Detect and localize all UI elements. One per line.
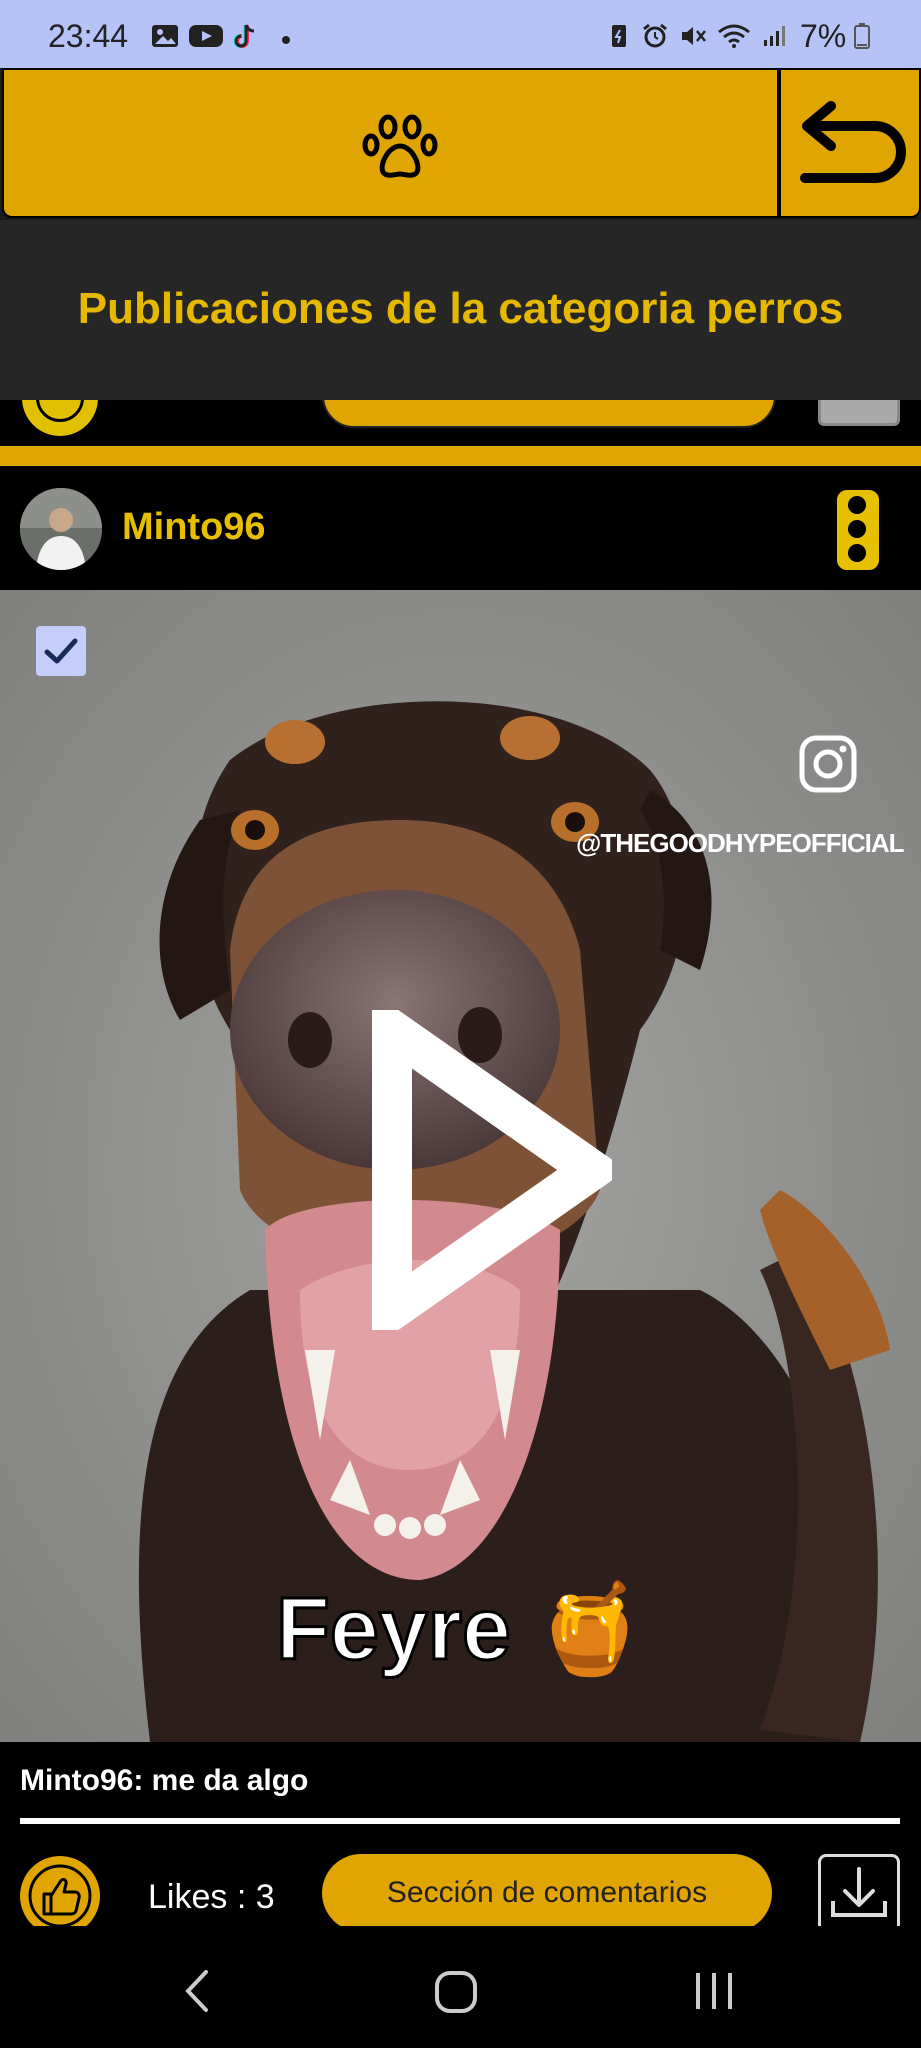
likes-count: Likes : 3 (148, 1878, 275, 1916)
nav-home-icon[interactable] (434, 1970, 478, 2014)
mute-icon (682, 27, 706, 45)
battery-icon (854, 23, 870, 49)
status-time: 23:44 (48, 18, 129, 54)
nav-back-icon[interactable] (182, 1968, 212, 2014)
watermark-handle: @THEGOODHYPEOFFICIAL (576, 828, 904, 858)
tiktok-icon (233, 24, 255, 48)
youtube-icon (189, 25, 223, 47)
play-icon[interactable] (372, 1010, 612, 1330)
like-button[interactable] (20, 1856, 100, 1936)
thumbs-up-icon (28, 1864, 92, 1928)
avatar[interactable] (20, 488, 102, 570)
previous-post-actions (0, 400, 921, 446)
post-options-button[interactable] (835, 488, 881, 572)
download-icon (831, 1867, 887, 1917)
post-username[interactable]: Minto96 (122, 506, 266, 549)
system-nav-bar (0, 1926, 921, 2048)
previous-comments-button[interactable] (322, 400, 776, 428)
back-arrow-icon (800, 101, 906, 183)
battery-saver-icon (612, 25, 626, 47)
comments-section-button[interactable]: Sección de comentarios (322, 1854, 772, 1932)
category-paw-button[interactable] (2, 68, 779, 218)
comment-divider (20, 1818, 900, 1824)
nav-recents-icon[interactable] (692, 1970, 736, 2012)
post-separator (0, 446, 921, 466)
previous-download-button[interactable] (818, 400, 900, 426)
notification-dot (282, 36, 290, 44)
previous-like-button[interactable] (22, 400, 98, 436)
paw-icon (362, 114, 438, 178)
download-button[interactable] (818, 1854, 900, 1926)
wifi-icon (718, 24, 750, 48)
page-title: Publicaciones de la categoria perros (77, 284, 844, 333)
select-checkbox[interactable] (36, 626, 86, 676)
battery-percent: 7% (800, 18, 847, 54)
alarm-icon (643, 23, 667, 48)
comment-text: Minto96: me da algo (20, 1764, 309, 1797)
back-button[interactable] (779, 68, 921, 218)
gallery-icon (152, 25, 178, 47)
post-video[interactable] (0, 590, 921, 1742)
check-icon (44, 638, 78, 664)
video-caption: Feyre 🍯 (275, 1578, 647, 1680)
signal-icon (764, 26, 785, 46)
instagram-icon (799, 735, 857, 793)
